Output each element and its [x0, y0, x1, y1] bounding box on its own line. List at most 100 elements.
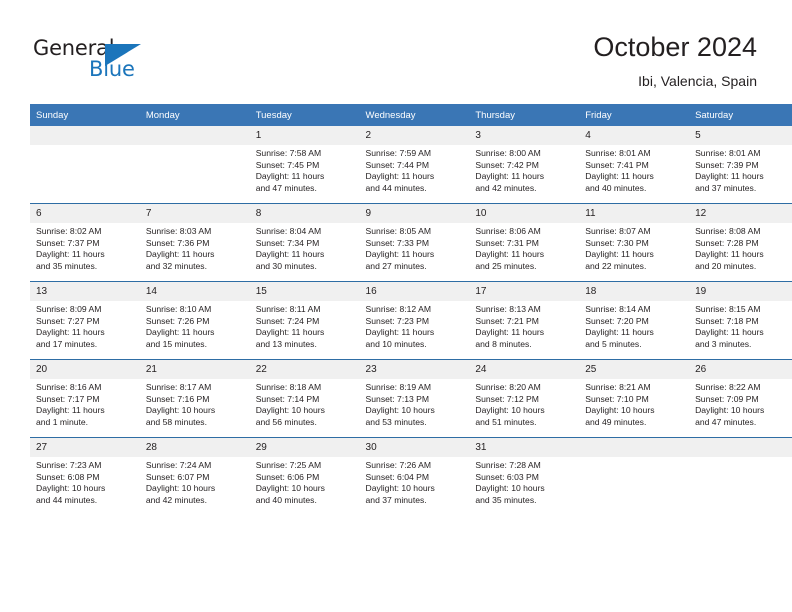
day-number: 6 — [30, 204, 140, 223]
day-number: 8 — [249, 204, 360, 223]
sunset-text: Sunset: 7:21 PM — [475, 315, 539, 326]
calendar-day-cell[interactable]: 4 Sunrise: 8:01 AM Sunset: 7:41 PM Daylight… — [579, 126, 690, 204]
day-details: Sunrise: 7:26 AM Sunset: 6:04 PM Daylight:… — [360, 457, 470, 506]
daylight-text-line1: Daylight: 11 hours — [36, 405, 105, 416]
calendar-day-cell[interactable]: 9 Sunrise: 8:05 AM Sunset: 7:33 PM Daylight… — [359, 203, 470, 282]
sunset-text: Sunset: 6:08 PM — [36, 471, 100, 482]
day-details: Sunrise: 8:15 AM Sunset: 7:18 PM Daylight:… — [689, 301, 792, 350]
calendar-day-cell[interactable]: 17 Sunrise: 8:13 AM Sunset: 7:21 PM Dayligh… — [469, 281, 580, 360]
daylight-text-line1: Daylight: 11 hours — [36, 327, 105, 338]
sunset-text: Sunset: 7:30 PM — [585, 237, 649, 248]
daylight-text-line1: Daylight: 11 hours — [695, 327, 764, 338]
calendar-day-cell[interactable]: 7 Sunrise: 8:03 AM Sunset: 7:36 PM Daylight… — [139, 203, 250, 282]
day-number: 21 — [139, 360, 250, 379]
calendar-day-cell[interactable]: 27 Sunrise: 7:23 AM Sunset: 6:08 PM Dayligh… — [30, 437, 140, 515]
daylight-text-line2: and 58 minutes. — [145, 416, 207, 427]
calendar-body: 1 Sunrise: 7:58 AM Sunset: 7:45 PM Daylight… — [30, 126, 792, 515]
sunrise-text: Sunrise: 8:17 AM — [145, 382, 212, 392]
sunset-text: Sunset: 7:37 PM — [36, 237, 100, 248]
sunrise-text: Sunrise: 8:21 AM — [585, 382, 651, 392]
day-number: 29 — [249, 438, 360, 457]
calendar-day-cell[interactable]: 28 Sunrise: 7:24 AM Sunset: 6:07 PM Dayligh… — [139, 437, 250, 515]
daylight-text-line2: and 44 minutes. — [36, 494, 98, 505]
calendar-day-cell[interactable]: 2 Sunrise: 7:59 AM Sunset: 7:44 PM Daylight… — [359, 126, 470, 204]
day-number: 14 — [139, 282, 250, 301]
sunrise-text: Sunrise: 8:15 AM — [695, 304, 761, 314]
calendar-day-cell[interactable]: 29 Sunrise: 7:25 AM Sunset: 6:06 PM Dayligh… — [249, 437, 360, 515]
day-number: 15 — [249, 282, 360, 301]
sunrise-text: Sunrise: 7:23 AM — [36, 460, 102, 470]
calendar-day-cell[interactable]: 10 Sunrise: 8:06 AM Sunset: 7:31 PM Dayligh… — [469, 203, 580, 282]
calendar-header-row: Sunday Monday Tuesday Wednesday Thursday… — [30, 104, 792, 126]
page-subtitle: Ibi, Valencia, Spain — [638, 73, 757, 89]
calendar-day-cell[interactable]: 20 Sunrise: 8:16 AM Sunset: 7:17 PM Dayligh… — [30, 359, 140, 438]
calendar-day-cell[interactable]: 18 Sunrise: 8:14 AM Sunset: 7:20 PM Dayligh… — [579, 281, 690, 360]
sunrise-text: Sunrise: 7:58 AM — [255, 148, 322, 158]
day-details: Sunrise: 8:18 AM Sunset: 7:14 PM Daylight:… — [250, 379, 360, 428]
sunrise-text: Sunrise: 8:01 AM — [695, 148, 761, 158]
daylight-text-line2: and 15 minutes. — [145, 338, 207, 349]
daylight-text-line1: Daylight: 11 hours — [145, 327, 215, 338]
calendar-day-cell[interactable]: 21 Sunrise: 8:17 AM Sunset: 7:16 PM Dayligh… — [139, 359, 250, 438]
calendar-day-cell[interactable]: 12 Sunrise: 8:08 AM Sunset: 7:28 PM Dayligh… — [689, 203, 792, 282]
calendar-day-cell[interactable]: 3 Sunrise: 8:00 AM Sunset: 7:42 PM Daylight… — [469, 126, 580, 204]
sunset-text: Sunset: 7:36 PM — [145, 237, 210, 248]
calendar-day-cell[interactable]: 25 Sunrise: 8:21 AM Sunset: 7:10 PM Dayligh… — [579, 359, 690, 438]
general-blue-logo[interactable]: General Blue — [33, 36, 163, 84]
calendar-day-cell[interactable]: 19 Sunrise: 8:15 AM Sunset: 7:18 PM Dayligh… — [689, 281, 792, 360]
calendar-day-cell[interactable]: 22 Sunrise: 8:18 AM Sunset: 7:14 PM Dayligh… — [249, 359, 360, 438]
day-number — [139, 126, 250, 145]
calendar-day-cell[interactable]: 11 Sunrise: 8:07 AM Sunset: 7:30 PM Dayligh… — [579, 203, 690, 282]
daylight-text-line1: Daylight: 10 hours — [365, 405, 435, 416]
calendar-day-cell[interactable]: 31 Sunrise: 7:28 AM Sunset: 6:03 PM Dayligh… — [469, 437, 580, 515]
daylight-text-line1: Daylight: 11 hours — [475, 171, 545, 182]
daylight-text-line2: and 47 minutes. — [695, 416, 757, 427]
day-details: Sunrise: 8:03 AM Sunset: 7:36 PM Daylight:… — [140, 223, 250, 272]
calendar-day-cell[interactable]: 14 Sunrise: 8:10 AM Sunset: 7:26 PM Dayligh… — [139, 281, 250, 360]
calendar-day-cell[interactable]: 1 Sunrise: 7:58 AM Sunset: 7:45 PM Daylight… — [249, 126, 360, 204]
weekday-header-monday: Monday — [139, 104, 250, 126]
sunset-text: Sunset: 7:10 PM — [585, 393, 649, 404]
calendar-day-cell[interactable]: 26 Sunrise: 8:22 AM Sunset: 7:09 PM Dayligh… — [689, 359, 792, 438]
daylight-text-line1: Daylight: 11 hours — [475, 327, 545, 338]
day-details: Sunrise: 8:00 AM Sunset: 7:42 PM Daylight:… — [469, 145, 579, 194]
calendar-day-cell[interactable]: 23 Sunrise: 8:19 AM Sunset: 7:13 PM Dayligh… — [359, 359, 470, 438]
daylight-text-line1: Daylight: 10 hours — [475, 483, 545, 494]
sunrise-text: Sunrise: 8:03 AM — [145, 226, 212, 236]
day-number: 5 — [689, 126, 792, 145]
daylight-text-line2: and 35 minutes. — [36, 260, 98, 271]
sunset-text: Sunset: 7:14 PM — [255, 393, 320, 404]
sunset-text: Sunset: 7:16 PM — [145, 393, 210, 404]
calendar-empty-cell — [139, 126, 250, 204]
weekday-header-wednesday: Wednesday — [359, 104, 470, 126]
sunset-text: Sunset: 7:45 PM — [255, 159, 320, 170]
calendar-day-cell[interactable]: 8 Sunrise: 8:04 AM Sunset: 7:34 PM Daylight… — [249, 203, 360, 282]
calendar-day-cell[interactable]: 16 Sunrise: 8:12 AM Sunset: 7:23 PM Dayligh… — [359, 281, 470, 360]
calendar-empty-cell — [30, 126, 140, 204]
calendar-day-cell[interactable]: 5 Sunrise: 8:01 AM Sunset: 7:39 PM Daylight… — [689, 126, 792, 204]
day-number: 11 — [579, 204, 690, 223]
calendar-day-cell[interactable]: 30 Sunrise: 7:26 AM Sunset: 6:04 PM Dayligh… — [359, 437, 470, 515]
sunset-text: Sunset: 7:33 PM — [365, 237, 430, 248]
calendar-day-cell[interactable]: 24 Sunrise: 8:20 AM Sunset: 7:12 PM Dayligh… — [469, 359, 580, 438]
daylight-text-line2: and 40 minutes. — [255, 494, 317, 505]
calendar-day-cell[interactable]: 13 Sunrise: 8:09 AM Sunset: 7:27 PM Dayligh… — [30, 281, 140, 360]
calendar-day-cell[interactable]: 15 Sunrise: 8:11 AM Sunset: 7:24 PM Dayligh… — [249, 281, 360, 360]
day-number: 28 — [139, 438, 250, 457]
page-header: General Blue October 2024 Ibi, Valencia,… — [0, 0, 792, 100]
day-details: Sunrise: 8:04 AM Sunset: 7:34 PM Daylight:… — [250, 223, 360, 272]
day-details: Sunrise: 8:17 AM Sunset: 7:16 PM Daylight:… — [140, 379, 250, 428]
sunset-text: Sunset: 7:23 PM — [365, 315, 430, 326]
daylight-text-line2: and 44 minutes. — [365, 182, 427, 193]
daylight-text-line2: and 20 minutes. — [695, 260, 757, 271]
day-number: 26 — [689, 360, 792, 379]
sunset-text: Sunset: 7:18 PM — [695, 315, 759, 326]
daylight-text-line2: and 51 minutes. — [475, 416, 537, 427]
sunrise-text: Sunrise: 8:16 AM — [36, 382, 102, 392]
sunset-text: Sunset: 6:04 PM — [365, 471, 430, 482]
day-details: Sunrise: 7:23 AM Sunset: 6:08 PM Daylight:… — [30, 457, 140, 506]
sunset-text: Sunset: 7:41 PM — [585, 159, 649, 170]
day-number: 12 — [689, 204, 792, 223]
sunrise-text: Sunrise: 7:28 AM — [475, 460, 541, 470]
calendar-day-cell[interactable]: 6 Sunrise: 8:02 AM Sunset: 7:37 PM Daylight… — [30, 203, 140, 282]
